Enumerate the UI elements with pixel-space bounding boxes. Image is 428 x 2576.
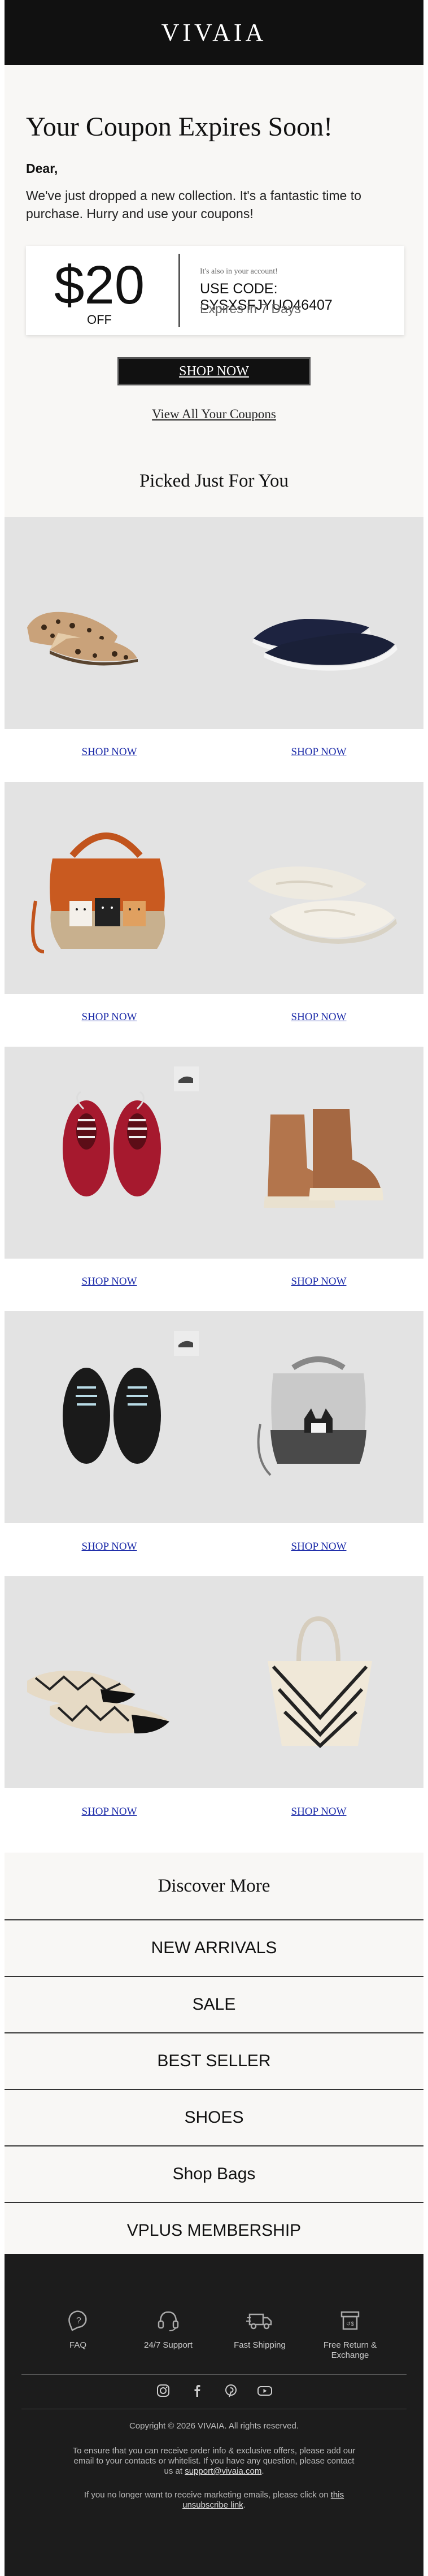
footer: ? FAQ 24/7 Support Fast Shipping ↺$ Free…	[5, 2254, 423, 2576]
nav-new-arrivals[interactable]: NEW ARRIVALS	[5, 1919, 423, 1976]
feature-faq[interactable]: ? FAQ	[33, 2308, 123, 2351]
feature-label: FAQ	[69, 2340, 86, 2350]
shop-now-link[interactable]: SHOP NOW	[214, 746, 423, 758]
youtube-icon[interactable]	[256, 2382, 274, 2400]
shop-now-link[interactable]: SHOP NOW	[5, 1276, 214, 1288]
shop-now-button[interactable]: SHOP NOW	[117, 357, 311, 385]
unsubscribe-notice: If you no longer want to receive marketi…	[84, 2490, 344, 2510]
legal-notice: To ensure that you can receive order inf…	[72, 2446, 356, 2476]
coupon-off-label: OFF	[87, 313, 112, 327]
coupon-amount: $20	[54, 255, 145, 315]
product-image-cat-tote[interactable]	[5, 782, 214, 994]
social-links	[5, 2382, 423, 2400]
shop-now-link[interactable]: SHOP NOW	[214, 1806, 423, 1818]
brand-header: VIVAIA	[5, 0, 423, 65]
footer-divider	[21, 2374, 407, 2375]
product-image-grey-cat-bag[interactable]	[214, 1311, 423, 1523]
intro-text: We've just dropped a new collection. It'…	[26, 188, 361, 221]
coupon-card: $20 OFF It's also in your account! USE C…	[26, 246, 404, 335]
nav-shop-bags[interactable]: Shop Bags	[5, 2145, 423, 2202]
product-row	[5, 1311, 423, 1523]
product-image-chevron-flats[interactable]	[5, 1576, 214, 1788]
nav-sale[interactable]: SALE	[5, 1976, 423, 2032]
instagram-icon[interactable]	[154, 2382, 172, 2400]
feature-label: Free Return & Exchange	[323, 2340, 377, 2360]
svg-text:↺$: ↺$	[346, 2321, 354, 2327]
shop-now-link[interactable]: SHOP NOW	[5, 1011, 214, 1024]
feature-return[interactable]: ↺$ Free Return & Exchange	[305, 2308, 395, 2361]
pinterest-icon[interactable]	[222, 2382, 240, 2400]
shop-now-link[interactable]: SHOP NOW	[5, 1806, 214, 1818]
email-page: VIVAIA Your Coupon Expires Soon! Dear, W…	[0, 0, 428, 2576]
nav-vplus-membership[interactable]: VPLUS MEMBERSHIP	[5, 2202, 423, 2258]
coupon-expiry: Expires in 7 Days	[200, 301, 301, 316]
feature-shipping[interactable]: Fast Shipping	[215, 2308, 305, 2351]
svg-text:?: ?	[76, 2316, 81, 2326]
leopard-flat-shoe	[27, 612, 138, 666]
greeting: Dear,	[26, 161, 58, 176]
discover-title: Discover More	[158, 1875, 270, 1896]
product-image-chevron-bag[interactable]	[214, 1576, 423, 1788]
shop-now-link[interactable]: SHOP NOW	[5, 746, 214, 758]
coupon-hero: Your Coupon Expires Soon! Dear, We've ju…	[5, 65, 423, 517]
nav-best-seller[interactable]: BEST SELLER	[5, 2032, 423, 2089]
shop-now-link[interactable]: SHOP NOW	[214, 1276, 423, 1288]
headset-icon	[158, 2311, 179, 2331]
brand-logo[interactable]: VIVAIA	[161, 18, 267, 47]
feature-support[interactable]: 24/7 Support	[123, 2308, 213, 2351]
discover-section: Discover More NEW ARRIVALS SALE BEST SEL…	[5, 1853, 423, 2254]
unsubscribe-text: If you no longer want to receive marketi…	[84, 2490, 329, 2500]
return-box-icon: ↺$	[340, 2311, 360, 2330]
nav-shoes[interactable]: SHOES	[5, 2089, 423, 2145]
truck-icon	[246, 2313, 272, 2330]
faq-icon: ?	[68, 2310, 87, 2331]
view-all-coupons-link[interactable]: View All Your Coupons	[5, 407, 423, 422]
shop-now-link[interactable]: SHOP NOW	[5, 1541, 214, 1553]
picked-section-title: Picked Just For You	[139, 471, 289, 491]
shop-now-link[interactable]: SHOP NOW	[214, 1541, 423, 1553]
product-row	[5, 1047, 423, 1259]
feature-label: 24/7 Support	[144, 2340, 193, 2350]
copyright: Copyright © 2026 VIVAIA. All rights rese…	[129, 2421, 299, 2431]
support-email-link[interactable]: support@vivaia.com	[185, 2466, 261, 2476]
product-row	[5, 517, 423, 729]
product-row	[5, 1576, 423, 1788]
shop-now-link[interactable]: SHOP NOW	[214, 1011, 423, 1024]
feature-label: Fast Shipping	[234, 2340, 286, 2350]
product-image-leopard-flats[interactable]	[5, 517, 214, 729]
product-image-white-flats[interactable]	[214, 782, 423, 994]
coupon-divider	[178, 254, 180, 327]
facebook-icon[interactable]	[188, 2382, 206, 2400]
hero-title: Your Coupon Expires Soon!	[26, 112, 333, 142]
product-image-navy-flats[interactable]	[214, 517, 423, 729]
product-row	[5, 782, 423, 994]
product-image-black-sneakers[interactable]	[5, 1311, 214, 1523]
product-image-tan-boots[interactable]	[214, 1047, 423, 1259]
product-image-red-sneakers[interactable]	[5, 1047, 214, 1259]
coupon-note: It's also in your account!	[200, 267, 278, 276]
